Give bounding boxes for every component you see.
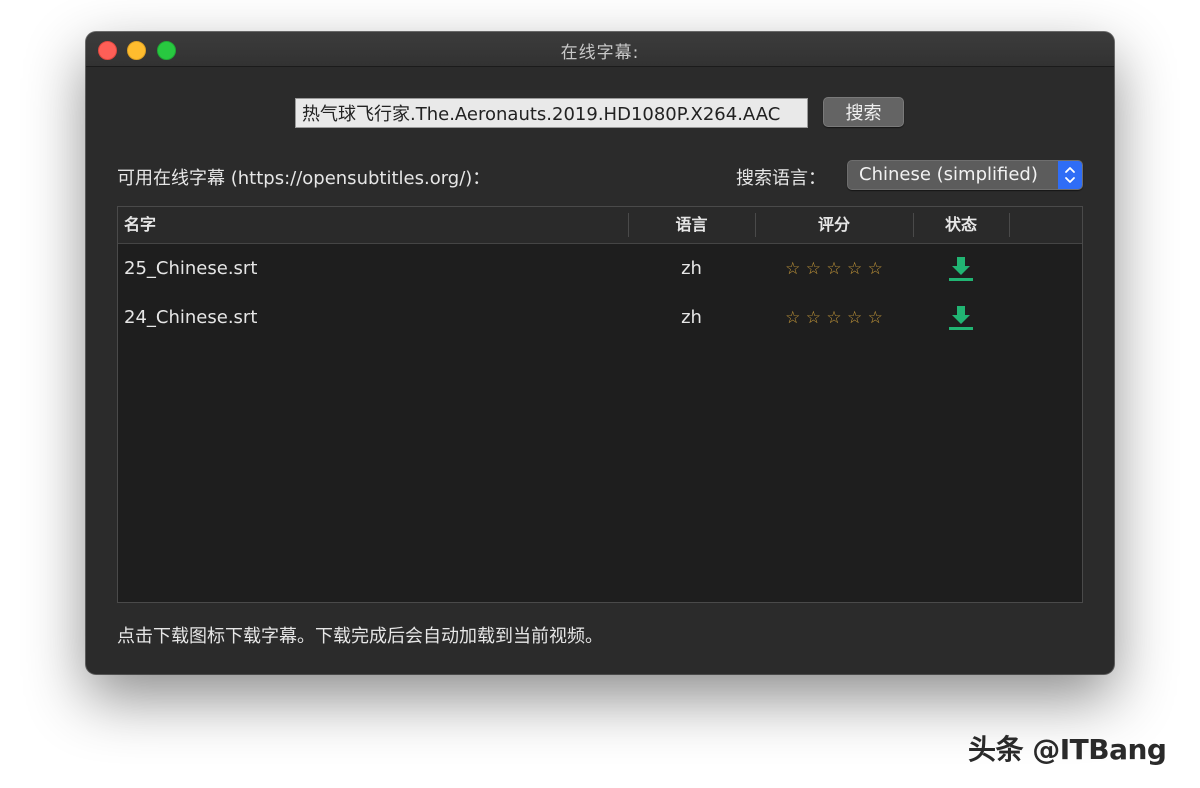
star-outline-icon: ☆ ☆ ☆ ☆ ☆ <box>755 245 913 293</box>
updown-chevron-icon <box>1058 161 1082 189</box>
subtitle-name: 25_Chinese.srt <box>124 258 258 279</box>
footer-hint: 点击下载图标下载字幕。下载完成后会自动加载到当前视频。 <box>117 626 603 647</box>
language-select-value: Chinese (simplified) <box>859 164 1038 185</box>
table-row[interactable]: 25_Chinese.srt zh ☆ ☆ ☆ ☆ ☆ <box>118 245 1082 293</box>
subtitle-language: zh <box>681 258 702 279</box>
subtitle-name: 24_Chinese.srt <box>124 307 258 328</box>
status-cell <box>913 294 1009 342</box>
language-select[interactable]: Chinese (simplified) <box>847 160 1083 190</box>
column-header-status[interactable]: 状态 <box>913 207 1009 243</box>
available-subtitles-label: 可用在线字幕 (https://opensubtitles.org/)： <box>117 168 491 189</box>
search-button[interactable]: 搜索 <box>823 97 904 127</box>
star-outline-icon: ☆ ☆ ☆ ☆ ☆ <box>755 294 913 342</box>
table-header: 名字 语言 评分 状态 <box>118 207 1082 244</box>
title-bar[interactable]: 在线字幕: <box>86 32 1114 67</box>
column-header-language[interactable]: 语言 <box>628 207 755 243</box>
watermark: 头条 @ITBang <box>968 733 1167 766</box>
rating-stars: ☆ ☆ ☆ ☆ ☆ <box>785 308 883 328</box>
rating-stars: ☆ ☆ ☆ ☆ ☆ <box>785 259 883 279</box>
search-language-label: 搜索语言： <box>736 168 826 189</box>
table-row[interactable]: 24_Chinese.srt zh ☆ ☆ ☆ ☆ ☆ <box>118 294 1082 342</box>
column-header-rating[interactable]: 评分 <box>755 207 913 243</box>
subtitle-language: zh <box>681 307 702 328</box>
column-divider[interactable] <box>1009 213 1010 237</box>
status-cell <box>913 245 1009 293</box>
download-icon[interactable] <box>946 303 976 333</box>
column-header-name[interactable]: 名字 <box>124 207 156 243</box>
subtitle-table: 名字 语言 评分 状态 25_Chinese.srt zh ☆ ☆ ☆ ☆ ☆ … <box>117 206 1083 603</box>
window-title: 在线字幕: <box>560 43 640 63</box>
download-icon[interactable] <box>946 254 976 284</box>
search-input[interactable] <box>295 98 808 128</box>
online-subtitles-window: 在线字幕: 搜索 可用在线字幕 (https://opensubtitles.o… <box>86 32 1114 674</box>
